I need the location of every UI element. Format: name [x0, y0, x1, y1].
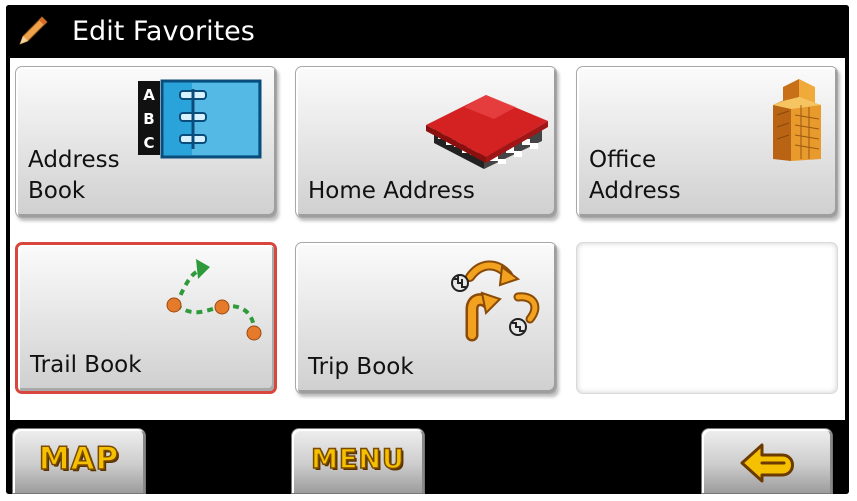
trail-icon — [166, 259, 262, 341]
trip-book-label: Trip Book — [308, 354, 414, 380]
office-building-icon — [773, 79, 821, 161]
address-book-label: Address Book — [28, 147, 120, 204]
svg-text:C: C — [143, 134, 154, 152]
trail-book-label: Trail Book — [30, 352, 142, 378]
office-address-button[interactable]: Office Address — [576, 66, 838, 218]
address-book-button[interactable]: A B C Address Book — [15, 66, 277, 218]
bottom-toolbar: MAP MENU — [6, 420, 849, 494]
pencil-icon — [19, 16, 48, 45]
address-book-icon: A B C — [138, 79, 262, 159]
favorites-grid: A B C Address Book Home Address Office A… — [10, 58, 845, 420]
home-address-button[interactable]: Home Address — [295, 66, 557, 218]
trip-book-button[interactable]: Trip Book — [295, 242, 557, 394]
title-bar: Edit Favorites — [6, 5, 849, 57]
screen: Edit Favorites A B C Address Book Home A… — [6, 5, 849, 494]
back-button[interactable] — [701, 428, 833, 494]
map-button-label: MAP — [38, 440, 120, 478]
back-arrow-icon — [740, 443, 794, 483]
trail-book-button[interactable]: Trail Book — [15, 242, 277, 394]
office-address-label: Office Address — [589, 147, 681, 204]
svg-text:A: A — [143, 86, 155, 104]
home-icon — [426, 95, 548, 169]
page-title: Edit Favorites — [72, 16, 255, 47]
menu-button[interactable]: MENU — [291, 428, 425, 494]
home-address-label: Home Address — [308, 178, 475, 204]
svg-text:B: B — [143, 110, 154, 128]
menu-button-label: MENU — [310, 443, 405, 476]
map-button[interactable]: MAP — [12, 428, 146, 494]
empty-favorite-slot[interactable] — [576, 242, 838, 394]
trip-route-icon — [451, 260, 540, 342]
